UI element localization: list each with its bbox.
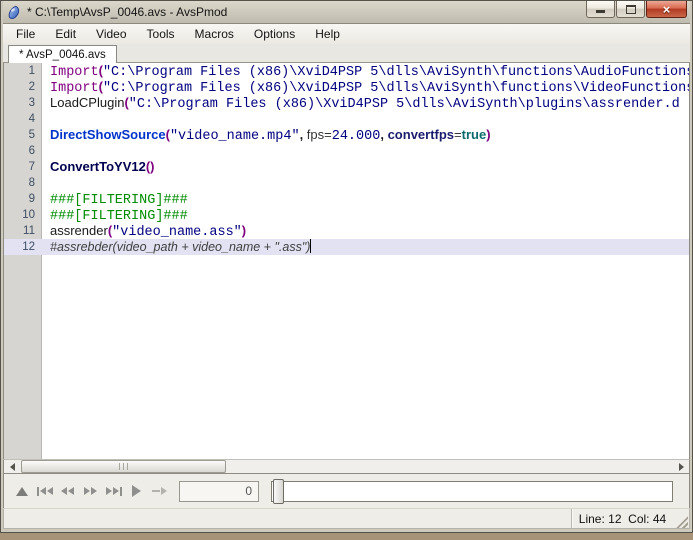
minimize-icon <box>596 10 605 13</box>
step-backward-button[interactable] <box>56 480 79 502</box>
code-text: ###[FILTERING]### <box>50 209 188 223</box>
code-line-12[interactable]: 12 #assrebder(video_path + video_name + "… <box>4 239 689 255</box>
menu-tools[interactable]: Tools <box>137 24 185 44</box>
menu-bar: File Edit Video Tools Macros Options Help <box>3 23 690 44</box>
scrollbar-grip-icon <box>119 463 128 470</box>
code-text: Import("C:\Program Files (x86)\XviD4PSP … <box>50 63 689 79</box>
line-number: 4 <box>28 113 35 125</box>
avspmod-window: * C:\Temp\AvsP_0046.avs - AvsPmod × File… <box>0 0 693 533</box>
code-line-9[interactable]: 9 ###[FILTERING]### <box>4 191 689 207</box>
line-col-field: Line: 12 Col: 44 <box>571 509 673 528</box>
status-bar: Line: 12 Col: 44 <box>3 508 690 529</box>
toggle-video-preview-button[interactable] <box>10 480 33 502</box>
code-line-1[interactable]: 1 Import("C:\Program Files (x86)\XviD4PSP… <box>4 63 689 79</box>
title-bar[interactable]: * C:\Temp\AvsP_0046.avs - AvsPmod × <box>3 1 690 23</box>
code-line-11[interactable]: 11 assrender("video_name.ass") <box>4 223 689 239</box>
playback-buttons <box>10 480 171 502</box>
code-line-7[interactable]: 7 ConvertToYV12() <box>4 159 689 175</box>
scrollbar-track[interactable] <box>20 460 673 473</box>
code-text: ConvertToYV12() <box>50 159 155 174</box>
tab-label: * AvsP_0046.avs <box>19 48 106 61</box>
goto-frame-button[interactable] <box>148 480 171 502</box>
close-icon: × <box>662 1 671 17</box>
app-icon <box>7 5 22 20</box>
code-line-10[interactable]: 10 ###[FILTERING]### <box>4 207 689 223</box>
menu-options[interactable]: Options <box>244 24 305 44</box>
menu-macros[interactable]: Macros <box>185 24 244 44</box>
line-number: 10 <box>22 209 35 221</box>
close-button[interactable]: × <box>646 1 687 18</box>
frame-number-input[interactable] <box>179 480 259 502</box>
line-number: 2 <box>28 81 35 93</box>
code-text: assrender("video_name.ass") <box>50 223 247 239</box>
code-line-2[interactable]: 2 Import("C:\Program Files (x86)\XviD4PSP… <box>4 79 689 95</box>
tab-avsp-0046[interactable]: * AvsP_0046.avs <box>8 45 117 63</box>
minimize-button[interactable] <box>586 1 615 18</box>
tab-bar: * AvsP_0046.avs <box>3 44 690 63</box>
goto-last-frame-button[interactable] <box>102 480 125 502</box>
window-controls: × <box>586 1 687 18</box>
scrollbar-thumb[interactable] <box>21 460 226 473</box>
line-col-indicator: Line: 12 Col: 44 <box>578 511 667 526</box>
video-toolbar <box>3 474 690 508</box>
code-text: #assrebder(video_path + video_name + ".a… <box>50 239 312 254</box>
scroll-right-button[interactable] <box>673 460 689 473</box>
menu-edit[interactable]: Edit <box>45 24 86 44</box>
code-line-3[interactable]: 3 LoadCPlugin("C:\Program Files (x86)\Xvi… <box>4 95 689 111</box>
maximize-icon <box>625 4 636 14</box>
scroll-left-icon <box>9 462 15 471</box>
code-line-5[interactable]: 5 DirectShowSource("video_name.mp4", fps=… <box>4 127 689 143</box>
code-lines: 1 Import("C:\Program Files (x86)\XviD4PSP… <box>4 63 689 255</box>
line-number: 8 <box>28 177 35 189</box>
play-button[interactable] <box>125 480 148 502</box>
scroll-right-icon <box>678 462 684 471</box>
script-editor[interactable]: 1 Import("C:\Program Files (x86)\XviD4PSP… <box>3 63 690 459</box>
line-number: 7 <box>28 161 35 173</box>
menu-file[interactable]: File <box>6 24 45 44</box>
horizontal-scrollbar[interactable] <box>3 459 690 474</box>
line-number: 3 <box>28 97 35 109</box>
resize-grip[interactable] <box>675 515 688 528</box>
goto-first-frame-button[interactable] <box>33 480 56 502</box>
code-text: Import("C:\Program Files (x86)\XviD4PSP … <box>50 79 689 95</box>
scroll-left-button[interactable] <box>4 460 20 473</box>
line-number: 6 <box>28 145 35 157</box>
step-forward-button[interactable] <box>79 480 102 502</box>
line-number: 5 <box>28 129 35 141</box>
code-line-8[interactable]: 8 <box>4 175 689 191</box>
code-text: ###[FILTERING]### <box>50 193 188 207</box>
menu-video[interactable]: Video <box>86 24 136 44</box>
video-seek-slider[interactable] <box>271 478 673 504</box>
code-text: LoadCPlugin("C:\Program Files (x86)\XviD… <box>50 95 680 111</box>
menu-help[interactable]: Help <box>305 24 350 44</box>
code-line-6[interactable]: 6 <box>4 143 689 159</box>
code-line-4[interactable]: 4 <box>4 111 689 127</box>
line-number: 9 <box>28 193 35 205</box>
text-caret <box>310 239 312 253</box>
slider-thumb[interactable] <box>273 478 284 504</box>
window-title: * C:\Temp\AvsP_0046.avs - AvsPmod <box>27 5 228 19</box>
maximize-button[interactable] <box>616 1 645 18</box>
code-text: DirectShowSource("video_name.mp4", fps=2… <box>50 127 491 143</box>
line-number: 12 <box>22 241 35 253</box>
line-number: 11 <box>23 225 35 237</box>
line-number: 1 <box>28 65 35 77</box>
